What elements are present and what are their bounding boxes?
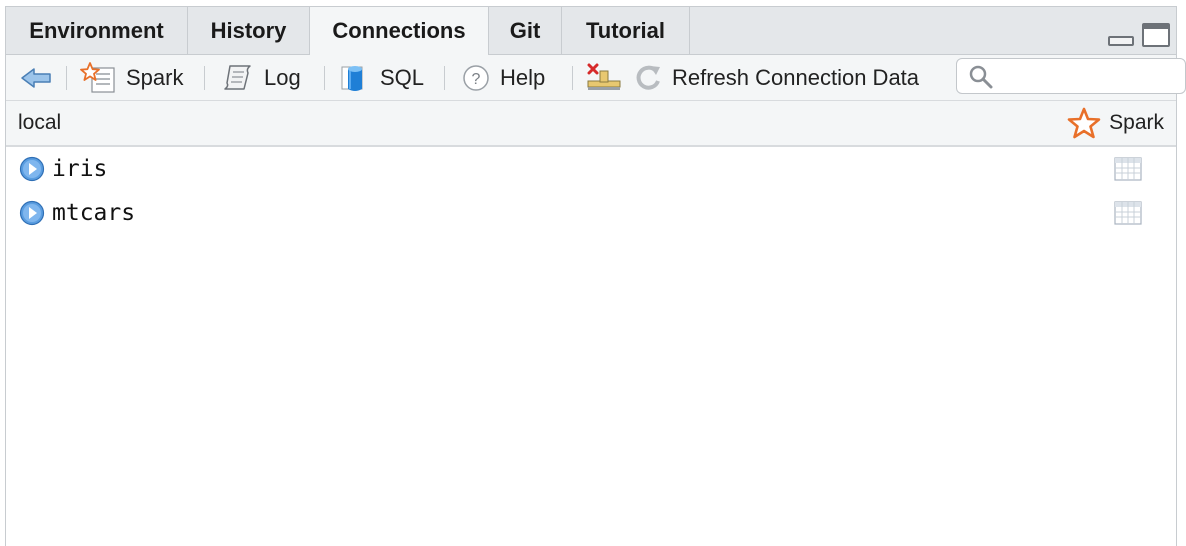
window-controls bbox=[1100, 23, 1170, 47]
back-arrow-icon bbox=[20, 66, 52, 90]
tab-environment[interactable]: Environment bbox=[6, 7, 188, 54]
help-button-label: Help bbox=[500, 64, 546, 90]
log-button[interactable]: Log bbox=[222, 55, 301, 100]
minimize-pane-button[interactable] bbox=[1108, 36, 1134, 46]
table-preview-icon[interactable] bbox=[1114, 157, 1142, 186]
search-icon bbox=[969, 65, 993, 94]
sql-button[interactable]: SQL bbox=[340, 55, 424, 100]
table-row-mtcars[interactable]: mtcars bbox=[6, 191, 1176, 235]
sql-button-label: SQL bbox=[380, 64, 425, 90]
search-input[interactable] bbox=[997, 63, 1171, 91]
scroll-icon bbox=[222, 63, 254, 93]
refresh-button-label: Refresh Connection Data bbox=[672, 64, 920, 90]
spark-button-label: Spark bbox=[126, 64, 184, 90]
table-name: iris bbox=[52, 156, 108, 182]
table-name: mtcars bbox=[52, 200, 136, 226]
expand-icon[interactable] bbox=[19, 200, 45, 231]
expand-icon[interactable] bbox=[19, 156, 45, 187]
spark-log-icon bbox=[80, 61, 116, 94]
connections-pane: Environment History Connections Git Tuto… bbox=[5, 6, 1186, 546]
table-row-iris[interactable]: iris bbox=[6, 147, 1176, 191]
tab-history[interactable]: History bbox=[188, 7, 310, 54]
help-circle-icon: ? bbox=[462, 64, 490, 92]
svg-text:?: ? bbox=[472, 71, 481, 88]
refresh-connection-button[interactable]: Refresh Connection Data bbox=[634, 55, 919, 100]
tab-bar: Environment History Connections Git Tuto… bbox=[6, 7, 1176, 55]
spark-button[interactable]: Spark bbox=[80, 55, 183, 100]
refresh-icon bbox=[634, 63, 662, 93]
connection-type-label: Spark bbox=[1109, 111, 1164, 134]
tab-connections[interactable]: Connections bbox=[310, 7, 489, 55]
search-box[interactable] bbox=[956, 58, 1186, 94]
connection-header: local Spark bbox=[6, 101, 1176, 147]
connection-name: local bbox=[18, 111, 62, 134]
tab-tutorial[interactable]: Tutorial bbox=[562, 7, 690, 54]
log-button-label: Log bbox=[264, 64, 301, 90]
help-button[interactable]: ? Help bbox=[462, 55, 545, 100]
disconnect-icon bbox=[586, 63, 622, 93]
connections-toolbar: Spark Log SQL ? Help Refresh Connection … bbox=[6, 55, 1186, 101]
database-cylinder-icon bbox=[340, 63, 370, 93]
maximize-pane-button[interactable] bbox=[1142, 23, 1170, 47]
back-button[interactable] bbox=[20, 55, 62, 100]
disconnect-button[interactable] bbox=[586, 55, 632, 100]
tab-git[interactable]: Git bbox=[489, 7, 562, 54]
connection-type: Spark bbox=[1067, 101, 1164, 145]
table-preview-icon[interactable] bbox=[1114, 201, 1142, 230]
spark-star-icon bbox=[1067, 107, 1101, 139]
